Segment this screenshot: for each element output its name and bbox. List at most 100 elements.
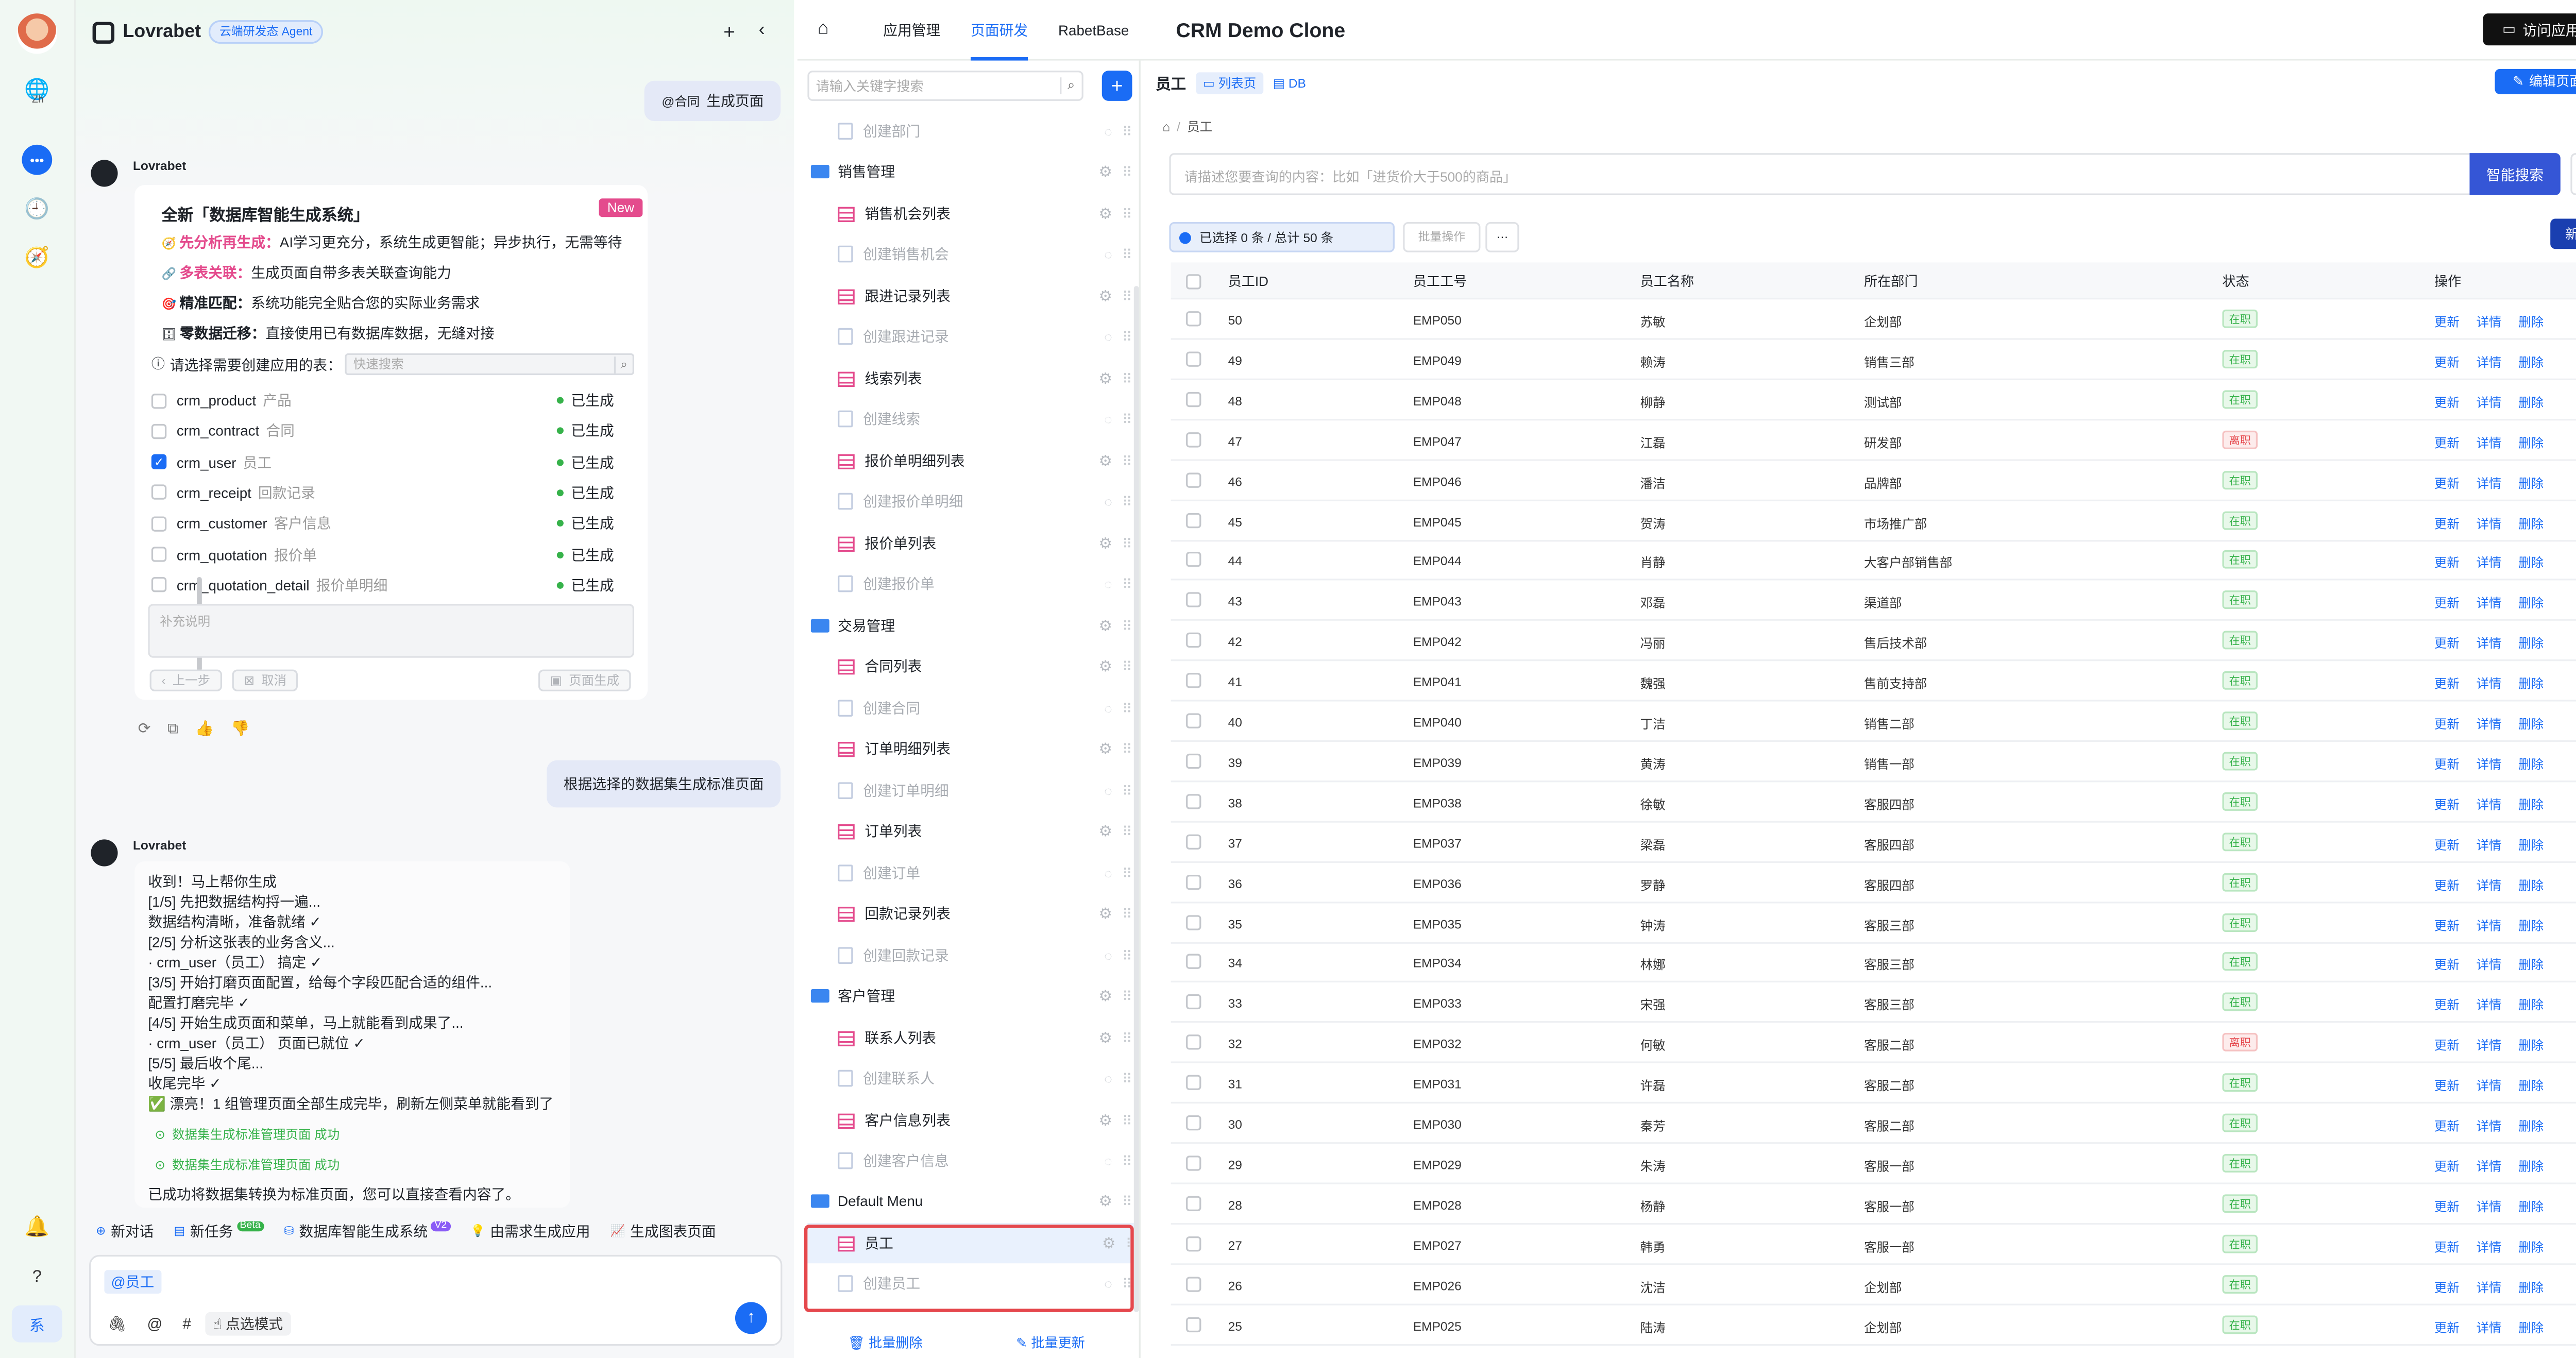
row-checkbox[interactable] — [1186, 1075, 1201, 1091]
gear-icon[interactable]: ⚙ — [1098, 369, 1112, 388]
row-action-update[interactable]: 更新 — [2434, 1117, 2460, 1135]
tree-item[interactable]: Default Menu ⚙ ⠿ — [810, 1181, 1132, 1221]
table-checkbox[interactable] — [151, 423, 167, 439]
new-chat-icon[interactable]: + — [723, 20, 735, 44]
workspace-button[interactable]: 系 — [11, 1305, 62, 1343]
help-icon[interactable]: ? — [22, 1262, 52, 1292]
send-button[interactable]: ↑ — [735, 1302, 767, 1334]
row-action-detail[interactable]: 详情 — [2477, 473, 2502, 492]
row-checkbox[interactable] — [1186, 432, 1201, 447]
row-checkbox[interactable] — [1186, 1276, 1201, 1292]
eye-off-icon[interactable]: ◌ — [1104, 576, 1112, 591]
chat-input-box[interactable]: @员工 🖇 @ # ☝ 点选模式 ↑ — [89, 1254, 783, 1346]
row-checkbox[interactable] — [1186, 1115, 1201, 1131]
table-option[interactable]: ✓ crm_user 员工 已生成 — [151, 449, 614, 476]
row-action-delete[interactable]: 删除 — [2518, 595, 2544, 613]
row-action-delete[interactable]: 删除 — [2518, 1117, 2544, 1135]
row-action-update[interactable]: 更新 — [2434, 1197, 2460, 1216]
row-action-update[interactable]: 更新 — [2434, 1037, 2460, 1055]
gear-icon[interactable]: ⚙ — [1098, 904, 1112, 923]
tree-scrollbar[interactable] — [1133, 286, 1139, 1312]
row-checkbox[interactable] — [1186, 1155, 1201, 1171]
tree-item[interactable]: 创建合同 ◌ ⠿ — [838, 688, 1132, 728]
drag-handle-icon[interactable]: ⠿ — [1122, 124, 1132, 139]
row-action-update[interactable]: 更新 — [2434, 595, 2460, 613]
tree-item[interactable]: 销售机会列表 ⚙ ⠿ — [838, 194, 1132, 234]
row-action-update[interactable]: 更新 — [2434, 996, 2460, 1015]
row-checkbox[interactable] — [1186, 472, 1201, 487]
row-action-delete[interactable]: 删除 — [2518, 554, 2544, 573]
eye-off-icon[interactable]: ◌ — [1104, 494, 1112, 508]
table-option[interactable]: crm_product 产品 已生成 — [151, 387, 614, 414]
nav-tab[interactable]: 应用管理 — [883, 0, 940, 61]
at-icon[interactable]: @ — [147, 1315, 163, 1332]
thumbs-down-icon[interactable]: 👎 — [231, 720, 250, 739]
drag-handle-icon[interactable]: ⠿ — [1122, 618, 1132, 633]
tree-item[interactable]: 跟进记录列表 ⚙ ⠿ — [838, 276, 1132, 316]
drag-handle-icon[interactable]: ⠿ — [1122, 1153, 1132, 1168]
gear-icon[interactable]: ⚙ — [1098, 534, 1112, 553]
avatar[interactable] — [16, 13, 58, 54]
row-action-delete[interactable]: 删除 — [2518, 755, 2544, 774]
table-search-input[interactable]: 快速搜索 ⌕ — [345, 353, 635, 376]
tree-item[interactable]: 创建线索 ◌ ⠿ — [838, 399, 1132, 439]
row-action-detail[interactable]: 详情 — [2477, 795, 2502, 814]
gear-icon[interactable]: ⚙ — [1098, 1111, 1112, 1130]
tree-item[interactable]: 创建销售机会 ◌ ⠿ — [838, 234, 1132, 274]
tree-item[interactable]: 创建订单明细 ◌ ⠿ — [838, 771, 1132, 811]
row-action-update[interactable]: 更新 — [2434, 1077, 2460, 1095]
tree-item[interactable]: 创建回款记录 ◌ ⠿ — [838, 936, 1132, 976]
row-checkbox[interactable] — [1186, 914, 1201, 930]
table-checkbox[interactable] — [151, 485, 167, 501]
drag-handle-icon[interactable]: ⠿ — [1122, 1071, 1132, 1085]
table-option[interactable]: crm_quotation 报价单 已生成 — [151, 541, 614, 568]
drag-handle-icon[interactable]: ⠿ — [1122, 988, 1132, 1003]
tree-item[interactable]: 销售管理 ⚙ ⠿ — [810, 151, 1132, 192]
history-icon[interactable]: 🕘 — [22, 194, 52, 224]
row-action-update[interactable]: 更新 — [2434, 1237, 2460, 1256]
row-checkbox[interactable] — [1186, 954, 1201, 970]
row-action-detail[interactable]: 详情 — [2477, 1037, 2502, 1055]
tree-item[interactable]: 订单明细列表 ⚙ ⠿ — [838, 728, 1132, 769]
eye-off-icon[interactable]: ◌ — [1104, 1153, 1112, 1168]
edit-page-button[interactable]: ✎编辑页面 — [2495, 69, 2576, 94]
row-action-detail[interactable]: 详情 — [2477, 433, 2502, 452]
row-action-delete[interactable]: 删除 — [2518, 433, 2544, 452]
eye-off-icon[interactable]: ◌ — [1104, 1071, 1112, 1085]
row-action-update[interactable]: 更新 — [2434, 433, 2460, 452]
row-action-update[interactable]: 更新 — [2434, 876, 2460, 894]
quick-action[interactable]: ⊕ 新对话 — [96, 1221, 154, 1242]
eye-off-icon[interactable]: ◌ — [1104, 865, 1112, 880]
eye-off-icon[interactable]: ◌ — [1104, 783, 1112, 798]
row-action-delete[interactable]: 删除 — [2518, 353, 2544, 371]
drag-handle-icon[interactable]: ⠿ — [1122, 206, 1132, 221]
row-action-delete[interactable]: 删除 — [2518, 1278, 2544, 1296]
row-checkbox[interactable] — [1186, 633, 1201, 648]
eye-off-icon[interactable]: ◌ — [1104, 701, 1112, 716]
db-tag[interactable]: ▤ DB — [1273, 76, 1306, 91]
row-action-update[interactable]: 更新 — [2434, 393, 2460, 412]
bulk-operation-button[interactable]: 批量操作 — [1403, 222, 1481, 252]
drag-handle-icon[interactable]: ⠿ — [1122, 906, 1132, 921]
eye-off-icon[interactable]: ◌ — [1104, 124, 1112, 139]
gear-icon[interactable]: ⚙ — [1098, 617, 1112, 635]
bell-icon[interactable]: 🔔 — [22, 1211, 52, 1242]
view-type-tag[interactable]: ▭ 列表页 — [1196, 72, 1263, 94]
select-all-checkbox[interactable] — [1186, 274, 1201, 290]
drag-handle-icon[interactable]: ⠿ — [1122, 783, 1132, 798]
drag-handle-icon[interactable]: ⠿ — [1122, 576, 1132, 591]
tree-item[interactable]: 创建联系人 ◌ ⠿ — [838, 1058, 1132, 1098]
prev-step-button[interactable]: ‹ 上一步 — [149, 669, 223, 692]
note-textarea[interactable]: 补充说明 — [148, 604, 635, 658]
attach-icon[interactable]: 🖇 — [108, 1315, 127, 1333]
drag-handle-icon[interactable]: ⠿ — [1122, 371, 1132, 386]
drag-handle-icon[interactable]: ⠿ — [1122, 658, 1132, 673]
row-checkbox[interactable] — [1186, 713, 1201, 728]
table-option[interactable]: crm_customer 客户信息 已生成 — [151, 510, 614, 537]
visit-app-button[interactable]: ▭访问应用系统 — [2483, 13, 2576, 46]
table-option[interactable]: crm_contract 合同 已生成 — [151, 418, 614, 445]
row-action-update[interactable]: 更新 — [2434, 554, 2460, 573]
row-checkbox[interactable] — [1186, 552, 1201, 568]
row-action-detail[interactable]: 详情 — [2477, 1157, 2502, 1176]
row-checkbox[interactable] — [1186, 793, 1201, 809]
